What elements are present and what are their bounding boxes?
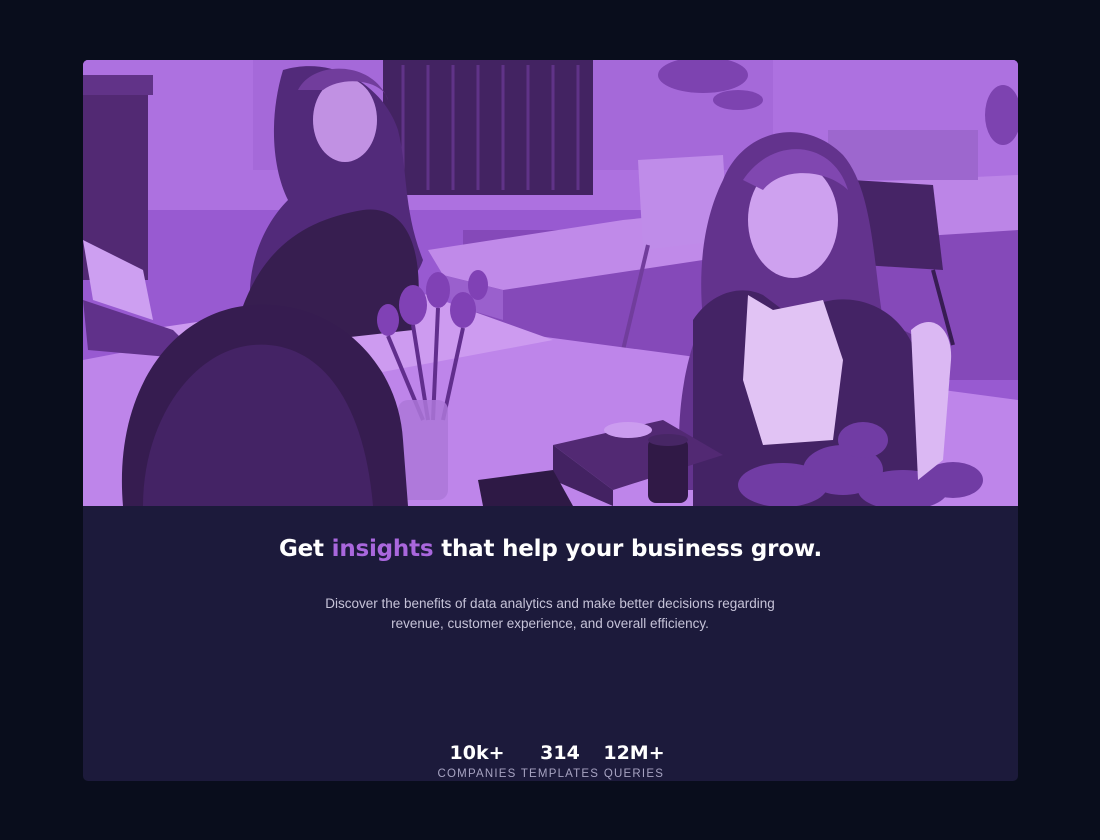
headline-end: that help your business grow. [433,536,823,562]
description: Discover the benefits of data analytics … [325,596,775,631]
headline-start: Get [278,536,332,562]
stat-value: 10k+ [449,742,505,764]
headline: Get insights that help your business gro… [83,536,1018,562]
headline-accent: insights [331,536,434,562]
stat-value: 314 [540,742,580,764]
stats-preview-card: Get insights that help your business gro… [83,60,1018,781]
card-content: Get insights that help your business gro… [83,506,1018,781]
team-office-photo-icon [83,60,1018,506]
stat-companies: 10k+ COMPANIES [435,742,519,780]
stat-label: COMPANIES [437,768,517,780]
stat-queries: 12M+ QUERIES [601,742,667,780]
stat-label: QUERIES [603,768,665,780]
hero-image [83,60,1018,506]
stat-label: TEMPLATES [520,768,600,780]
stats-row: 10k+ COMPANIES 314 TEMPLATES 12M+ QUERIE… [83,742,1018,781]
stat-templates: 314 TEMPLATES [519,742,601,780]
stat-value: 12M+ [603,742,665,764]
